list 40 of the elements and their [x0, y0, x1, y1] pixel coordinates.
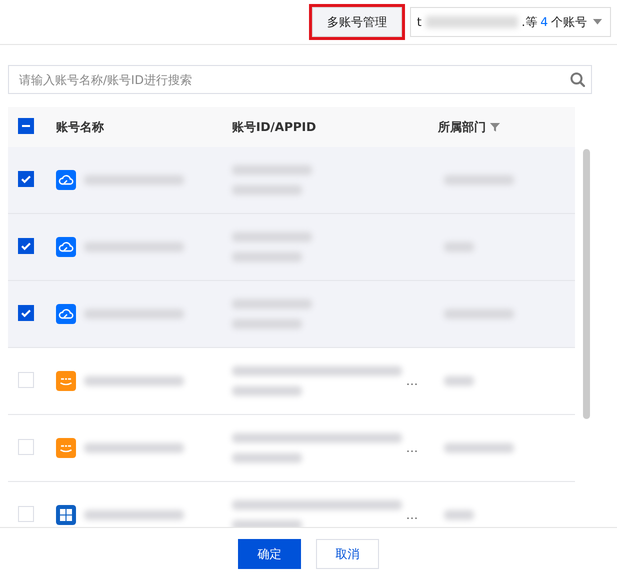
blurred-text: [444, 510, 474, 520]
caret-icon: [593, 19, 602, 25]
confirm-button[interactable]: 确定: [238, 539, 301, 569]
checkbox[interactable]: [18, 438, 34, 454]
ellipsis-text: …: [406, 441, 418, 455]
blurred-text: [444, 242, 474, 252]
checkbox[interactable]: [18, 238, 34, 254]
column-header: 账号ID/APPID: [232, 118, 316, 136]
blurred-text: [444, 175, 514, 185]
column-header: 账号名称: [56, 118, 104, 136]
multi-account-button[interactable]: 多账号管理: [312, 7, 402, 37]
checkbox[interactable]: [18, 304, 34, 320]
ellipsis-text: …: [406, 374, 418, 388]
filter-icon[interactable]: [490, 122, 500, 132]
blurred-text: [232, 520, 302, 527]
search-icon: [570, 72, 585, 87]
cloud-icon: [56, 237, 76, 257]
smile-logo-icon: [56, 438, 76, 458]
blurred-text: [232, 386, 302, 396]
ellipsis-text: …: [406, 508, 418, 522]
blurred-text: [232, 453, 302, 463]
minus-icon: [22, 124, 30, 126]
blurred-text: [232, 185, 302, 195]
cloud-icon: [56, 304, 76, 324]
checkbox[interactable]: [18, 170, 34, 186]
blurred-text: [232, 319, 302, 329]
checkbox[interactable]: [18, 506, 34, 522]
cancel-button[interactable]: 取消: [316, 539, 379, 569]
account-dropdown[interactable]: t .等 4 个账号: [410, 7, 611, 37]
smile-logo-icon: [56, 371, 76, 391]
blurred-text: [232, 252, 302, 262]
blurred-text: [444, 309, 514, 319]
search-field[interactable]: 请输入账号名称/账号ID进行搜索: [8, 65, 592, 94]
checkbox[interactable]: [18, 118, 34, 134]
column-header: 所属部门: [438, 118, 486, 136]
scrollbar[interactable]: [583, 149, 590, 419]
checkbox[interactable]: [18, 372, 34, 388]
blurred-text: [444, 443, 514, 453]
blurred-text: [444, 376, 474, 386]
cloud-icon: [56, 170, 76, 190]
